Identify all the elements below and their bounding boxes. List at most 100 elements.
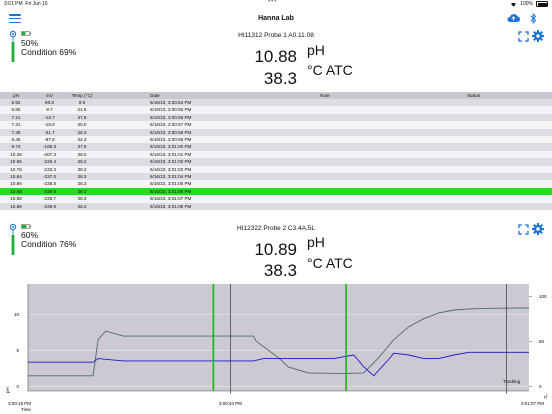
cell-date: 6/16/23, 3:01:01 PM	[150, 151, 192, 157]
cell-date: 6/16/23, 3:01:06 PM	[150, 188, 192, 194]
cell-mv: -207.3	[42, 151, 57, 157]
cell-ph: 10.86	[10, 181, 22, 187]
x-axis-label: Time	[21, 407, 31, 412]
gear-icon[interactable]	[532, 30, 544, 42]
table-row[interactable]: 10.88 -239.0 38.3 6/16/23, 3:01:06 PM	[0, 187, 552, 196]
wifi-icon	[511, 2, 517, 7]
probe-condition: Condition 76%	[21, 239, 77, 249]
cell-ph: 8.45	[11, 137, 21, 142]
table-row[interactable]: 10.88 -239.9 38.3 6/16/23, 3:01:08 PM	[0, 202, 552, 210]
cell-mv: -87.8	[44, 137, 55, 142]
cell-ph: 10.78	[10, 166, 22, 172]
temp-reading: 38.3	[263, 261, 297, 280]
app-title: Hanna Lab	[258, 15, 294, 22]
probe-name: HI12322 Probe 2 C3.4A.5L	[236, 225, 316, 232]
cell-date: 6/16/23, 3:00:55 PM	[150, 107, 192, 113]
ph-unit: pH	[307, 234, 325, 250]
readings-chart[interactable]: 05100501003:00:19 PM 3:00:43 PM 3:01:07 PM…	[0, 283, 552, 414]
table-row[interactable]: 7.36 -21.7 28.3 6/16/23, 3:00:58 PM	[0, 128, 552, 136]
probe-name: HI11312 Probe 1 A0.11.08	[238, 32, 314, 39]
probe-condition: Condition 69%	[21, 47, 77, 57]
temp-unit: °C ATC	[307, 62, 353, 78]
y-right-tick-label: 100	[539, 294, 547, 299]
cell-date: 6/16/23, 3:01:07 PM	[150, 196, 192, 202]
cell-temp: 21.5	[77, 107, 87, 113]
table-row[interactable]: 7.31 -18.9 30.0 6/16/23, 3:00:57 PM	[0, 121, 552, 129]
cell-temp: 38.2	[77, 159, 87, 165]
cell-ph: 10.88	[10, 203, 22, 209]
table-row[interactable]: 9.74 -169.3 37.9 6/16/23, 3:01:00 PM	[0, 143, 552, 151]
ph-reading: 10.89	[254, 240, 297, 259]
table-row[interactable]: 10.36 -207.3 38.0 6/16/23, 3:01:01 PM	[0, 150, 552, 159]
cell-temp: 37.8	[77, 114, 87, 120]
cell-date: 6/16/23, 3:01:05 PM	[150, 181, 192, 187]
x-tick-label: 3:00:43 PM	[219, 401, 242, 406]
cell-temp: 37.9	[77, 144, 87, 150]
table-row[interactable]: 6.85 9.7 21.5 6/16/23, 3:00:55 PM	[0, 106, 552, 114]
cell-mv: -21.7	[44, 129, 55, 135]
cell-mv: -233.3	[42, 166, 57, 172]
cell-temp: 32.4	[77, 137, 87, 142]
cell-date: 6/16/23, 3:01:00 PM	[150, 144, 192, 150]
cell-mv: -12.7	[44, 114, 55, 120]
cell-temp: 9.9	[78, 100, 86, 105]
cell-date: 6/16/23, 3:01:03 PM	[150, 166, 192, 172]
nav-bar: Hanna Lab	[0, 9, 552, 29]
cell-date: 6/16/23, 3:01:02 PM	[150, 159, 192, 165]
column-header-ph[interactable]: pH	[0, 92, 32, 99]
cell-temp: 38.3	[77, 203, 87, 209]
cell-ph: 10.88	[10, 196, 22, 202]
table-row[interactable]: 10.78 -233.3 38.2 6/16/23, 3:01:03 PM	[0, 165, 552, 173]
cell-date: 6/16/23, 3:00:59 PM	[150, 137, 192, 142]
cell-mv: -237.0	[42, 174, 57, 179]
expand-icon[interactable]	[518, 224, 529, 235]
cell-date: 6/16/23, 3:01:04 PM	[150, 174, 192, 179]
multitasking-dots-icon[interactable]: •••	[268, 0, 277, 5]
cell-date: 6/16/23, 3:01:08 PM	[150, 203, 192, 209]
cell-mv: -238.8	[42, 181, 57, 187]
x-tick-label: 3:00:19 PM	[8, 401, 31, 406]
cell-mv: -239.7	[42, 196, 57, 202]
cloud-upload-icon[interactable]	[507, 13, 520, 23]
cell-ph: 7.31	[11, 122, 21, 128]
probe-panel-1: 50% Condition 69% HI11312 Probe 1 A0.11.…	[0, 29, 552, 92]
table-row[interactable]: 5.92 80.8 9.9 6/16/23, 3:00:54 PM	[0, 99, 552, 107]
ph-reading: 10.88	[254, 47, 297, 66]
cell-temp: 38.3	[77, 174, 87, 179]
column-header-date[interactable]: Date	[97, 92, 255, 99]
cell-ph: 10.36	[10, 151, 22, 157]
cell-temp: 38.3	[77, 181, 87, 187]
table-row[interactable]: 10.88 -239.7 38.3 6/16/23, 3:01:07 PM	[0, 195, 552, 203]
cell-temp: 38.0	[77, 151, 87, 157]
gear-icon[interactable]	[532, 223, 544, 235]
temp-unit: °C ATC	[307, 255, 353, 271]
cell-mv: 80.8	[45, 100, 54, 105]
expand-icon[interactable]	[518, 31, 529, 42]
cell-ph: 7.36	[11, 129, 21, 135]
table-row[interactable]: 10.84 -237.0 38.3 6/16/23, 3:01:04 PM	[0, 173, 552, 181]
table-row[interactable]: 10.86 -238.8 38.3 6/16/23, 3:01:05 PM	[0, 180, 552, 188]
battery-icon	[536, 1, 548, 7]
column-header-status[interactable]: Status	[395, 92, 552, 99]
battery-percent: 100%	[520, 1, 533, 7]
cell-mv: -239.9	[42, 203, 57, 209]
cell-ph: 10.65	[10, 159, 22, 165]
table-header: pH mV Temp (°C) Date Note Status	[0, 92, 552, 99]
status-bar: 3:01 PM Fri Jun 16 ••• 100%	[0, 0, 552, 9]
table-row[interactable]: 10.65 -225.4 38.2 6/16/23, 3:01:02 PM	[0, 158, 552, 166]
status-right: 100%	[510, 1, 548, 7]
column-header-temp[interactable]: Temp (°C)	[67, 92, 97, 99]
bluetooth-icon[interactable]	[530, 13, 537, 24]
mode-label: Tracking	[503, 379, 521, 384]
cell-mv: -225.4	[42, 159, 57, 165]
table-row[interactable]: 8.45 -87.8 32.4 6/16/23, 3:00:59 PM	[0, 136, 552, 144]
column-header-note[interactable]: Note	[255, 92, 395, 99]
ph-unit: pH	[307, 42, 325, 58]
plot-area[interactable]	[28, 284, 529, 391]
cell-ph: 9.74	[11, 144, 21, 150]
table-row[interactable]: 7.21 -12.7 37.8 6/16/23, 3:00:56 PM	[0, 113, 552, 122]
column-header-mv[interactable]: mV	[32, 92, 67, 99]
cell-mv: -169.3	[42, 144, 57, 150]
cell-date: 6/16/23, 3:00:56 PM	[150, 114, 192, 120]
x-tick-label: 3:01:07 PM	[521, 401, 544, 406]
